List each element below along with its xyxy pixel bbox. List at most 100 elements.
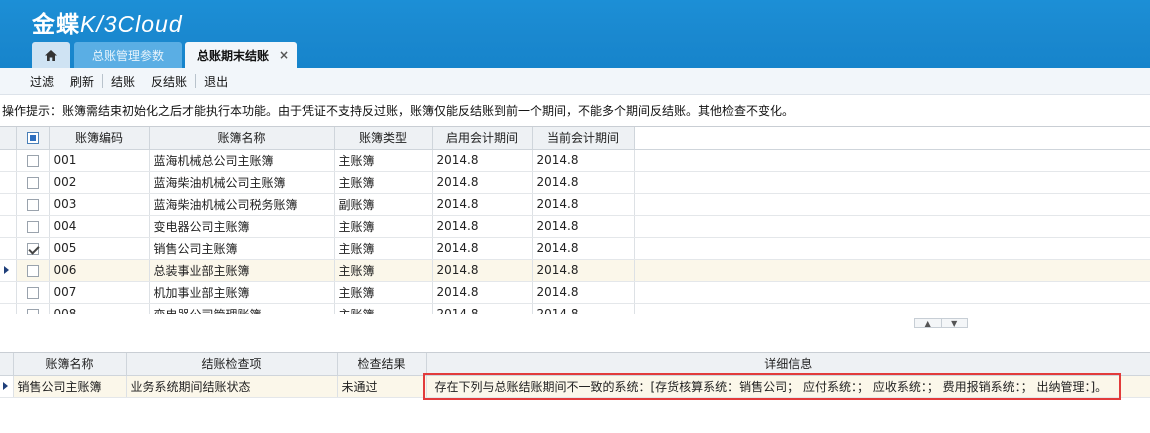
cell-code: 008 <box>49 303 150 314</box>
checkbox-icon <box>26 286 39 299</box>
checkbox-icon <box>26 264 39 277</box>
cell-code: 002 <box>49 171 150 194</box>
close-icon[interactable]: × <box>279 48 289 62</box>
current-row-arrow-icon <box>4 266 9 274</box>
checkbox-icon <box>26 220 39 233</box>
cell-code: 003 <box>49 193 150 216</box>
logo-k3-text: K/3 <box>80 11 118 37</box>
cell-type: 主账簿 <box>334 215 433 238</box>
cell-current-period: 2014.8 <box>532 237 635 260</box>
row-indicator <box>0 259 17 282</box>
cell-current-period: 2014.8 <box>532 149 635 172</box>
cell-current-period: 2014.8 <box>532 303 635 314</box>
cell-code: 006 <box>49 259 150 282</box>
tab-gl-period-close[interactable]: 总账期末结账 × <box>185 42 297 68</box>
row-checkbox[interactable] <box>16 259 50 282</box>
chevron-up-icon[interactable]: ▲ <box>915 319 941 328</box>
row-indicator <box>0 171 17 194</box>
detail-highlight-box <box>423 373 1121 400</box>
cell-name: 总装事业部主账簿 <box>149 259 335 282</box>
cell-filler <box>634 149 1150 172</box>
row-indicator <box>0 193 17 216</box>
row-checkbox[interactable] <box>16 237 50 260</box>
column-header-type[interactable]: 账簿类型 <box>334 127 433 150</box>
cell-check-result: 未通过 <box>337 375 427 398</box>
cell-current-period: 2014.8 <box>532 193 635 216</box>
row-checkbox[interactable] <box>16 149 50 172</box>
table-row[interactable]: 005 销售公司主账簿 主账簿 2014.8 2014.8 <box>0 237 1150 260</box>
row-checkbox[interactable] <box>16 303 50 314</box>
refresh-button[interactable]: 刷新 <box>62 73 102 90</box>
cell-book-name: 销售公司主账簿 <box>13 375 127 398</box>
tab-home[interactable] <box>32 42 70 68</box>
cell-code: 004 <box>49 215 150 238</box>
cell-check-item: 业务系统期间结账状态 <box>126 375 338 398</box>
cell-name: 变电器公司管理账簿 <box>149 303 335 314</box>
cell-name: 变电器公司主账簿 <box>149 215 335 238</box>
ledger-grid-header: 账簿编码 账簿名称 账簿类型 启用会计期间 当前会计期间 <box>0 127 1150 150</box>
cell-name: 销售公司主账簿 <box>149 237 335 260</box>
table-row[interactable]: 008 变电器公司管理账簿 主账簿 2014.8 2014.8 <box>0 303 1150 314</box>
checkbox-icon <box>26 198 39 211</box>
cell-code: 001 <box>49 149 150 172</box>
table-row[interactable]: 001 蓝海机械总公司主账簿 主账簿 2014.8 2014.8 <box>0 149 1150 172</box>
check-grid-header: 账簿名称 结账检查项 检查结果 详细信息 <box>0 353 1150 376</box>
column-header-start-period[interactable]: 启用会计期间 <box>432 127 533 150</box>
column-header-book-name[interactable]: 账簿名称 <box>13 353 127 376</box>
column-header-check-item[interactable]: 结账检查项 <box>126 353 338 376</box>
cell-current-period: 2014.8 <box>532 171 635 194</box>
logo-cn-text: 金蝶 <box>32 12 80 38</box>
current-row-arrow-icon <box>3 382 8 390</box>
table-row[interactable]: 004 变电器公司主账簿 主账簿 2014.8 2014.8 <box>0 215 1150 238</box>
table-row[interactable]: 003 蓝海柴油机械公司税务账簿 副账簿 2014.8 2014.8 <box>0 193 1150 216</box>
cell-start-period: 2014.8 <box>432 259 533 282</box>
cell-start-period: 2014.8 <box>432 281 533 304</box>
cell-filler <box>634 281 1150 304</box>
column-header-check-result[interactable]: 检查结果 <box>337 353 427 376</box>
row-checkbox[interactable] <box>16 193 50 216</box>
cell-type: 主账簿 <box>334 149 433 172</box>
home-icon <box>45 49 57 61</box>
checkbox-icon <box>26 132 39 145</box>
cell-name: 蓝海柴油机械公司税务账簿 <box>149 193 335 216</box>
cell-filler <box>634 259 1150 282</box>
table-row[interactable]: 007 机加事业部主账簿 主账簿 2014.8 2014.8 <box>0 281 1150 304</box>
table-row[interactable]: 002 蓝海柴油机械公司主账簿 主账簿 2014.8 2014.8 <box>0 171 1150 194</box>
operation-hint: 操作提示：账簿需结束初始化之后才能执行本功能。由于凭证不支持反过账，账簿仅能反结… <box>2 104 795 118</box>
column-header-code[interactable]: 账簿编码 <box>49 127 150 150</box>
row-indicator <box>0 237 17 260</box>
row-indicator <box>0 375 14 398</box>
cell-code: 005 <box>49 237 150 260</box>
chevron-down-icon[interactable]: ▼ <box>940 319 968 328</box>
cell-filler <box>634 193 1150 216</box>
cell-filler <box>634 237 1150 260</box>
select-all-checkbox[interactable] <box>16 127 50 150</box>
row-checkbox[interactable] <box>16 215 50 238</box>
row-checkbox[interactable] <box>16 171 50 194</box>
close-period-button[interactable]: 结账 <box>103 73 143 90</box>
cell-name: 机加事业部主账簿 <box>149 281 335 304</box>
cell-type: 主账簿 <box>334 259 433 282</box>
column-header-current-period[interactable]: 当前会计期间 <box>532 127 635 150</box>
table-row-current[interactable]: 006 总装事业部主账簿 主账簿 2014.8 2014.8 <box>0 259 1150 282</box>
cell-filler <box>634 303 1150 314</box>
row-checkbox[interactable] <box>16 281 50 304</box>
row-indicator <box>0 281 17 304</box>
cell-current-period: 2014.8 <box>532 215 635 238</box>
cell-start-period: 2014.8 <box>432 171 533 194</box>
panel-splitter: ▲ ▼ <box>914 318 968 328</box>
tab-gl-parameters[interactable]: 总账管理参数 <box>74 42 182 68</box>
checkbox-checked-icon <box>26 242 39 255</box>
toolbar: 过滤 刷新 结账 反结账 退出 <box>0 68 1150 95</box>
app-header: 金蝶K/3Cloud 总账管理参数 总账期末结账 × <box>0 0 1150 68</box>
cell-start-period: 2014.8 <box>432 303 533 314</box>
column-header-name[interactable]: 账簿名称 <box>149 127 335 150</box>
cell-start-period: 2014.8 <box>432 215 533 238</box>
filter-button[interactable]: 过滤 <box>22 73 62 90</box>
cell-current-period: 2014.8 <box>532 259 635 282</box>
cell-type: 主账簿 <box>334 171 433 194</box>
exit-button[interactable]: 退出 <box>196 73 236 90</box>
column-header-detail[interactable]: 详细信息 <box>426 353 1150 376</box>
reverse-close-button[interactable]: 反结账 <box>143 73 195 90</box>
cell-type: 副账簿 <box>334 193 433 216</box>
